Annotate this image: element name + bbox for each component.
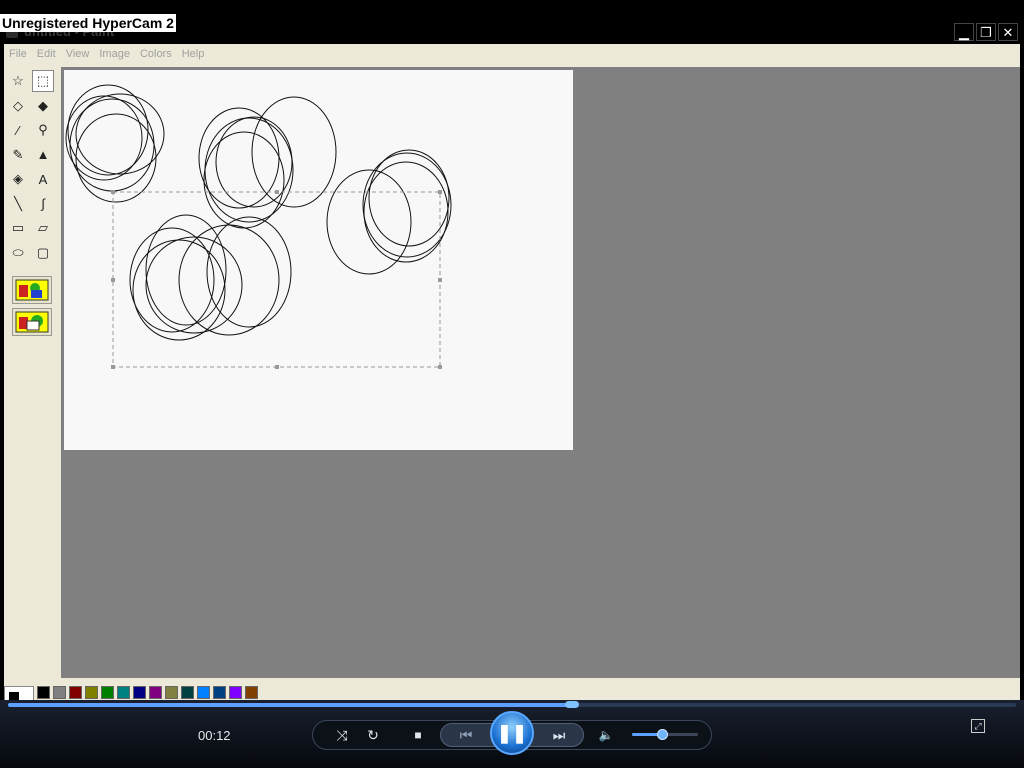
circle-stroke (198, 107, 280, 209)
circle-stroke (215, 116, 293, 208)
circle-stroke (75, 113, 157, 203)
volume-thumb[interactable] (656, 729, 668, 740)
pause-button[interactable]: ❚❚ (490, 711, 534, 755)
palette-swatch[interactable] (149, 686, 162, 699)
palette-swatch[interactable] (53, 686, 66, 699)
brush-icon[interactable]: ▲ (32, 144, 54, 166)
polygon-icon[interactable]: ▱ (32, 217, 54, 239)
circle-stroke (203, 131, 285, 229)
airbrush-icon[interactable]: ◈ (7, 168, 29, 190)
drawing-canvas[interactable] (64, 70, 573, 450)
palette-swatch[interactable] (229, 686, 242, 699)
circle-stroke (326, 169, 412, 275)
menu-bar: File Edit View Image Colors Help (4, 44, 1020, 64)
magnifier-icon[interactable]: ⚲ (32, 119, 54, 141)
window-controls: ▁ ❐ ✕ (954, 23, 1018, 41)
palette-swatch[interactable] (165, 686, 178, 699)
palette-swatch[interactable] (245, 686, 258, 699)
circle-stroke (75, 93, 165, 175)
menu-help[interactable]: Help (177, 48, 210, 60)
elapsed-time: 00:12 (198, 728, 231, 743)
transparent-option-icon[interactable] (12, 276, 52, 304)
menu-file[interactable]: File (4, 48, 32, 60)
palette-swatch[interactable] (117, 686, 130, 699)
menu-edit[interactable]: Edit (32, 48, 61, 60)
seek-progress (8, 703, 573, 707)
free-form-select-icon[interactable]: ☆ (7, 70, 29, 92)
palette-swatch[interactable] (101, 686, 114, 699)
palette-swatch[interactable] (69, 686, 82, 699)
ellipse-icon[interactable]: ⬭ (7, 242, 29, 264)
rounded-rectangle-icon[interactable]: ▢ (32, 242, 54, 264)
circle-stroke (362, 152, 452, 258)
text-icon[interactable]: A (32, 168, 54, 190)
palette-swatch[interactable] (85, 686, 98, 699)
select-icon[interactable]: ⬚ (32, 70, 54, 92)
menu-image[interactable]: Image (94, 48, 135, 60)
minimize-icon[interactable]: ▁ (954, 23, 974, 41)
shuffle-icon[interactable]: ⤨ (332, 724, 352, 746)
fullscreen-icon[interactable]: ⤢ (971, 719, 985, 733)
line-icon[interactable]: ╲ (7, 193, 29, 215)
stop-icon[interactable]: ■ (408, 724, 428, 746)
circle-stroke (251, 96, 337, 208)
foreground-color (9, 692, 19, 700)
next-icon[interactable]: ⏭ (545, 724, 573, 746)
eraser-icon[interactable]: ◇ (7, 95, 29, 117)
rectangle-icon[interactable]: ▭ (7, 217, 29, 239)
pick-color-icon[interactable]: ⁄ (7, 119, 29, 141)
circle-stroke (132, 239, 226, 341)
restore-icon[interactable]: ❐ (976, 23, 996, 41)
opaque-option-icon[interactable] (12, 308, 52, 336)
palette-swatch[interactable] (197, 686, 210, 699)
palette-swatch[interactable] (213, 686, 226, 699)
repeat-icon[interactable]: ↻ (363, 724, 383, 746)
close-icon[interactable]: ✕ (998, 23, 1018, 41)
fill-bucket-icon[interactable]: ◆ (32, 95, 54, 117)
circle-stroke (129, 227, 215, 333)
pencil-icon[interactable]: ✎ (7, 144, 29, 166)
palette-swatch[interactable] (133, 686, 146, 699)
toolbox: ☆ ⬚ ◇ ◆ ⁄ ⚲ ✎ ▲ ◈ A ╲ ∫ ▭ ▱ ⬭ ▢ (4, 68, 58, 676)
hypercam-watermark: Unregistered HyperCam 2 (0, 14, 176, 32)
selection-marquee[interactable] (111, 190, 442, 369)
previous-icon[interactable]: ⏮ (452, 724, 480, 746)
palette-swatch[interactable] (181, 686, 194, 699)
volume-icon[interactable]: 🔈 (596, 724, 616, 746)
curve-icon[interactable]: ∫ (32, 193, 54, 215)
circle-stroke (368, 149, 450, 247)
menu-colors[interactable]: Colors (135, 48, 177, 60)
menu-view[interactable]: View (61, 48, 95, 60)
circle-stroke (65, 95, 143, 181)
seek-thumb[interactable] (565, 701, 580, 708)
palette-swatch[interactable] (37, 686, 50, 699)
